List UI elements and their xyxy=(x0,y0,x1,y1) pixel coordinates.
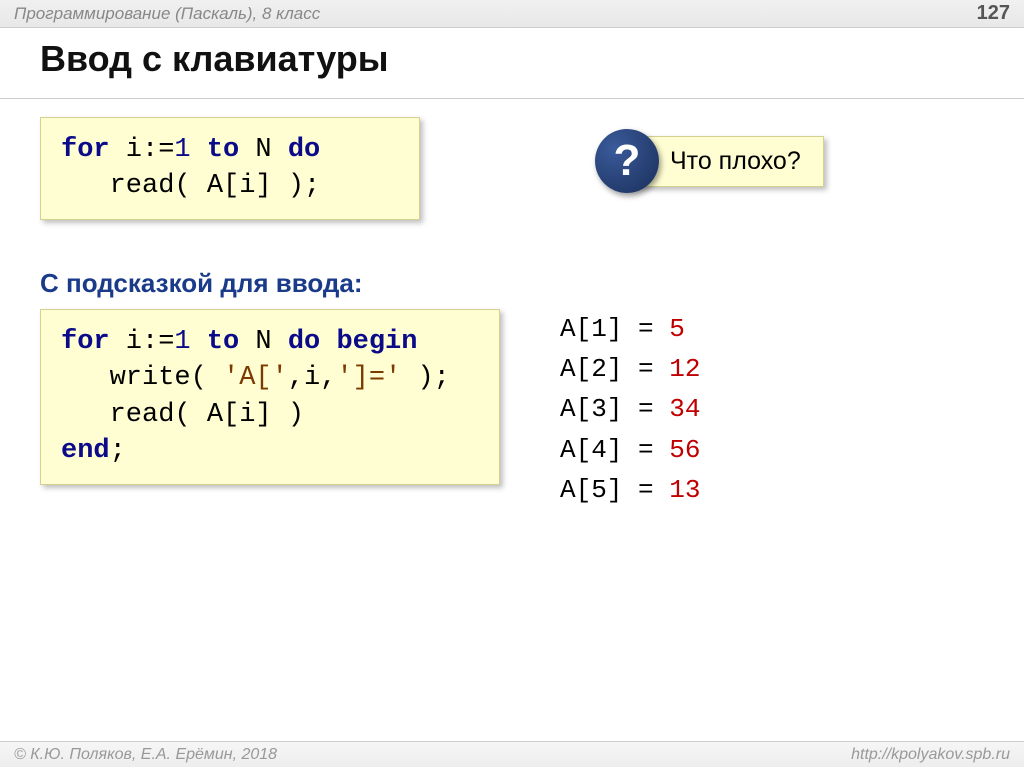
question-callout: ? Что плохо? xyxy=(595,129,824,193)
slide-footer: © К.Ю. Поляков, Е.А. Ерёмин, 2018 http:/… xyxy=(0,741,1024,767)
row-code-output: for i:=1 to N do begin write( 'A[',i,']=… xyxy=(40,303,984,510)
page-number: 127 xyxy=(977,2,1010,25)
footer-url: http://kpolyakov.spb.ru xyxy=(851,746,1010,764)
output-line: A[4] = 56 xyxy=(560,430,700,470)
footer-authors: © К.Ю. Поляков, Е.А. Ерёмин, 2018 xyxy=(14,746,277,764)
output-line: A[3] = 34 xyxy=(560,389,700,429)
output-line: A[5] = 13 xyxy=(560,470,700,510)
header-subject: Программирование (Паскаль), 8 класс xyxy=(14,4,320,24)
subtitle: С подсказкой для ввода: xyxy=(40,268,984,299)
slide-header: Программирование (Паскаль), 8 класс 127 xyxy=(0,0,1024,28)
output-line: A[2] = 12 xyxy=(560,349,700,389)
code-block-1: for i:=1 to N do read( A[i] ); xyxy=(40,117,420,220)
content-area: for i:=1 to N do read( A[i] ); ? Что пло… xyxy=(0,99,1024,528)
output-sample: A[1] = 5 A[2] = 12 A[3] = 34 A[4] = 56 A… xyxy=(560,309,700,510)
code-block-2: for i:=1 to N do begin write( 'A[',i,']=… xyxy=(40,309,500,485)
output-line: A[1] = 5 xyxy=(560,309,700,349)
page-title: Ввод с клавиатуры xyxy=(0,28,1024,99)
question-mark-icon: ? xyxy=(595,129,659,193)
